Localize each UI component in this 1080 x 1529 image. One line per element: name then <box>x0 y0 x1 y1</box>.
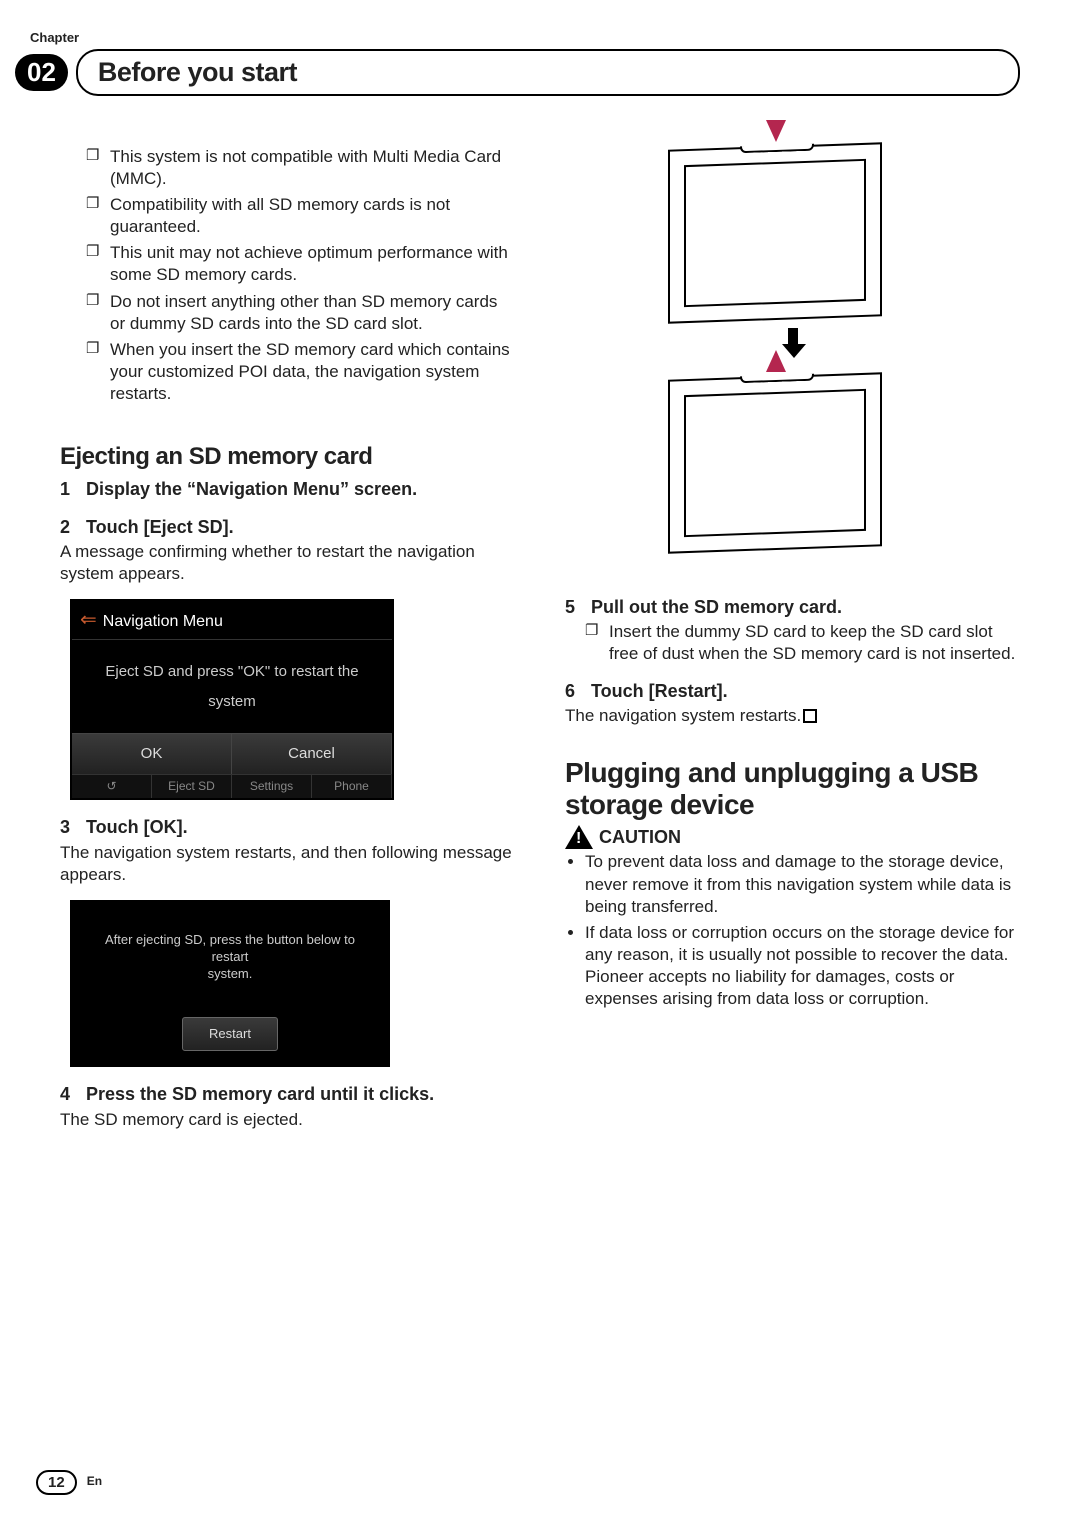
step-num: 5 <box>565 596 591 619</box>
step-title: Touch [OK]. <box>86 817 188 837</box>
return-icon[interactable]: ↺ <box>72 775 152 799</box>
tab-eject-sd[interactable]: Eject SD <box>152 775 232 799</box>
chapter-number-badge: 02 <box>15 54 68 92</box>
page-number: 12 <box>36 1470 77 1496</box>
step-title: Touch [Eject SD]. <box>86 517 234 537</box>
step-body: The navigation system restarts. <box>565 706 801 725</box>
left-column: This system is not compatible with Multi… <box>60 146 515 1145</box>
caution-icon <box>565 825 593 849</box>
notes-list: This system is not compatible with Multi… <box>60 146 515 405</box>
step-num: 3 <box>60 816 86 839</box>
note-item: Compatibility with all SD memory cards i… <box>110 194 515 238</box>
step-num: 2 <box>60 516 86 539</box>
device-bottom <box>668 372 882 553</box>
note-item: When you insert the SD memory card which… <box>110 339 515 405</box>
note-item: This system is not compatible with Multi… <box>110 146 515 190</box>
device-top <box>668 142 882 323</box>
step-1: 1Display the “Navigation Menu” screen. <box>60 478 515 501</box>
step-body: A message confirming whether to restart … <box>60 541 515 585</box>
step-body: The navigation system restarts, and then… <box>60 842 515 886</box>
caution-label: CAUTION <box>599 826 681 849</box>
step-title: Touch [Restart]. <box>591 681 728 701</box>
ss2-msg-line: system. <box>86 966 374 983</box>
step-num: 6 <box>565 680 591 703</box>
ss2-msg-line: After ejecting SD, press the button belo… <box>86 932 374 966</box>
step-4: 4Press the SD memory card until it click… <box>60 1083 515 1130</box>
end-block-icon <box>803 709 817 723</box>
chapter-title-row: 02 Before you start <box>15 49 1020 96</box>
ok-button[interactable]: OK <box>72 734 232 774</box>
device-illustration <box>668 146 918 576</box>
step-2: 2Touch [Eject SD]. A message confirming … <box>60 516 515 586</box>
screenshot-restart: After ejecting SD, press the button belo… <box>70 900 390 1068</box>
ss1-msg-line: system <box>84 692 380 712</box>
tab-phone[interactable]: Phone <box>312 775 392 799</box>
step-body: The SD memory card is ejected. <box>60 1109 515 1131</box>
caution-item: If data loss or corruption occurs on the… <box>585 922 1020 1010</box>
chapter-title: Before you start <box>76 49 1020 96</box>
ss1-msg-line: Eject SD and press "OK" to restart the <box>84 662 380 682</box>
caution-bullets: To prevent data loss and damage to the s… <box>565 851 1020 1010</box>
language-label: En <box>87 1474 102 1490</box>
step-5: 5Pull out the SD memory card. Insert the… <box>565 596 1020 666</box>
usb-heading: Plugging and unplugging a USB storage de… <box>565 757 1020 821</box>
screenshot-nav-menu: ⇐ Navigation Menu Eject SD and press "OK"… <box>70 599 394 800</box>
step-6: 6Touch [Restart]. The navigation system … <box>565 680 1020 727</box>
restart-button[interactable]: Restart <box>182 1017 278 1052</box>
right-column: 5Pull out the SD memory card. Insert the… <box>565 146 1020 1145</box>
page-footer: 12 En <box>36 1470 102 1496</box>
back-icon: ⇐ <box>80 609 97 631</box>
nav-menu-title: Navigation Menu <box>103 613 223 630</box>
step-title: Press the SD memory card until it clicks… <box>86 1084 434 1104</box>
note-item: Do not insert anything other than SD mem… <box>110 291 515 335</box>
note-item: This unit may not achieve optimum perfor… <box>110 242 515 286</box>
step-title: Display the “Navigation Menu” screen. <box>86 479 417 499</box>
step-num: 4 <box>60 1083 86 1106</box>
tab-settings[interactable]: Settings <box>232 775 312 799</box>
caution-row: CAUTION <box>565 825 1020 849</box>
eject-heading: Ejecting an SD memory card <box>60 441 515 472</box>
chapter-label: Chapter <box>30 30 1020 47</box>
arrow-down-icon <box>766 120 786 142</box>
step-num: 1 <box>60 478 86 501</box>
note-item: Insert the dummy SD card to keep the SD … <box>609 621 1020 665</box>
step-3: 3Touch [OK]. The navigation system resta… <box>60 816 515 886</box>
caution-item: To prevent data loss and damage to the s… <box>585 851 1020 917</box>
cancel-button[interactable]: Cancel <box>232 734 392 774</box>
step-title: Pull out the SD memory card. <box>591 597 842 617</box>
arrow-up-icon <box>766 350 786 372</box>
